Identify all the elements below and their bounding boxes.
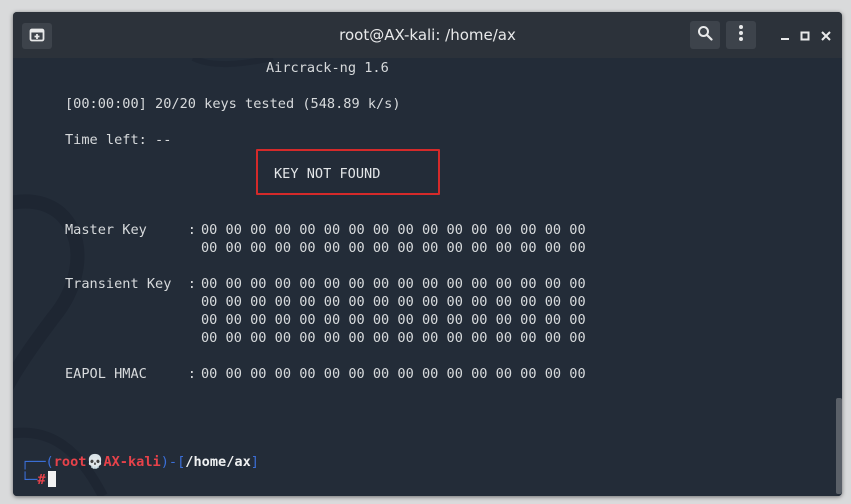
master-key-label: Master Key : (65, 222, 196, 238)
minimize-button[interactable] (776, 25, 794, 45)
terminal-output-area[interactable]: Aircrack-ng 1.6 [00:00:00] 20/20 keys te… (13, 58, 842, 496)
search-button[interactable] (690, 21, 720, 49)
master-key-row: 00 00 00 00 00 00 00 00 00 00 00 00 00 0… (201, 240, 586, 256)
key-not-found-text: KEY NOT FOUND (274, 166, 381, 182)
prompt-hash: # (37, 472, 46, 488)
transient-key-row: 00 00 00 00 00 00 00 00 00 00 00 00 00 0… (201, 330, 586, 346)
prompt-line-1: ┌──(root💀AX-kali)-[/home/ax] (21, 453, 259, 471)
kebab-menu-icon (738, 24, 744, 46)
keys-tested-progress: [00:00:00] 20/20 keys tested (548.89 k/s… (65, 96, 401, 112)
prompt-path: /home/ax (185, 454, 251, 470)
transient-key-label: Transient Key : (65, 276, 196, 292)
master-key-row: 00 00 00 00 00 00 00 00 00 00 00 00 00 0… (201, 222, 586, 238)
aircrack-header: Aircrack-ng 1.6 (266, 60, 389, 76)
new-tab-icon (29, 27, 45, 46)
new-tab-button[interactable] (22, 23, 52, 49)
prompt-user: root (53, 454, 87, 470)
eapol-hmac-row: 00 00 00 00 00 00 00 00 00 00 00 00 00 0… (201, 366, 586, 382)
prompt-corner-bottom: └─ (21, 472, 38, 488)
title-bar: root@AX-kali: /home/ax (13, 12, 842, 58)
close-button[interactable] (817, 25, 835, 45)
minimize-icon (780, 26, 790, 45)
transient-key-row: 00 00 00 00 00 00 00 00 00 00 00 00 00 0… (201, 276, 586, 292)
prompt-line-2: └─# (21, 471, 56, 489)
search-icon (697, 25, 713, 45)
maximize-button[interactable] (796, 25, 814, 45)
menu-button[interactable] (726, 21, 756, 49)
transient-key-row: 00 00 00 00 00 00 00 00 00 00 00 00 00 0… (201, 294, 586, 310)
prompt-separator: )-[ (160, 454, 186, 470)
prompt-close-bracket: ] (250, 454, 259, 470)
prompt-host: AX-kali (103, 454, 161, 470)
close-icon (821, 26, 831, 45)
time-left: Time left: -- (65, 132, 172, 148)
terminal-window: root@AX-kali: /home/ax Aircrack-ng 1.6 [… (13, 12, 842, 496)
result-highlight-box: KEY NOT FOUND (256, 149, 440, 195)
transient-key-row: 00 00 00 00 00 00 00 00 00 00 00 00 00 0… (201, 312, 586, 328)
scrollbar-thumb[interactable] (836, 398, 842, 494)
scrollbar[interactable] (835, 58, 842, 496)
text-cursor (47, 471, 56, 487)
skull-icon: 💀 (86, 454, 104, 470)
prompt-corner-top: ┌──( (21, 454, 54, 470)
maximize-icon (800, 26, 810, 45)
terminal-text: Aircrack-ng 1.6 [00:00:00] 20/20 keys te… (65, 58, 825, 496)
eapol-hmac-label: EAPOL HMAC : (65, 366, 196, 382)
